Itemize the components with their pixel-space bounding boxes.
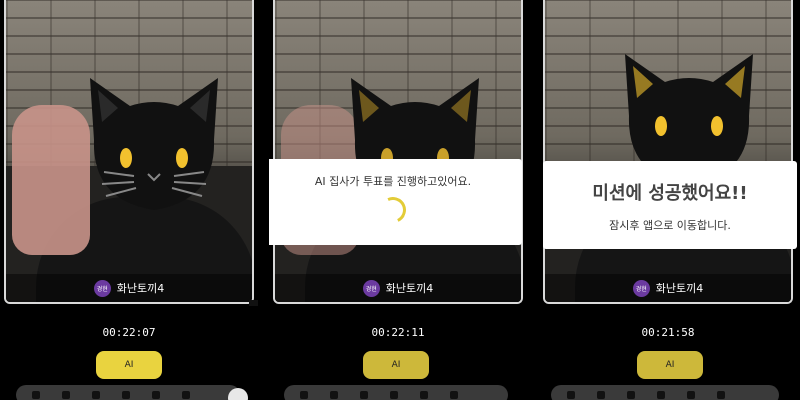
- participant-badge: 경현: [93, 279, 111, 297]
- toolbar-icon[interactable]: [657, 391, 665, 399]
- bottom-toolbar: [551, 385, 779, 400]
- toolbar-icon[interactable]: [122, 391, 130, 399]
- hand: [12, 105, 90, 255]
- ai-button[interactable]: AI: [637, 351, 703, 379]
- call-timer: 00:22:07: [102, 326, 156, 339]
- dialog-title: 미션에 성공했어요!!: [592, 183, 748, 204]
- toolbar-icon[interactable]: [300, 391, 308, 399]
- video-feed: 경현 화난토끼4: [543, 0, 793, 304]
- call-timer: 00:22:11: [371, 326, 425, 339]
- dialog-message: AI 집사가 투표를 진행하고있어요.: [314, 175, 472, 188]
- call-timer: 00:21:58: [641, 326, 695, 339]
- participant-name: 화난토끼4: [116, 282, 165, 295]
- success-dialog: 미션에 성공했어요!! 잠시후 앱으로 이동합니다.: [543, 161, 797, 249]
- toolbar-icon[interactable]: [687, 391, 695, 399]
- cat-mask-icon: [84, 70, 224, 215]
- video-feed: 경현 화난토끼4: [4, 0, 254, 304]
- toolbar-icon[interactable]: [92, 391, 100, 399]
- spinner-icon: [376, 193, 410, 227]
- ai-button[interactable]: AI: [363, 351, 429, 379]
- toolbar-icon[interactable]: [330, 391, 338, 399]
- toolbar-icon[interactable]: [390, 391, 398, 399]
- toolbar-icon[interactable]: [450, 391, 458, 399]
- call-screen-2: 경현 화난토끼4 AI 집사가 투표를 진행하고있어요. 00:22:11 AI: [269, 0, 527, 400]
- toolbar-icon[interactable]: [567, 391, 575, 399]
- bottom-toolbar: [16, 385, 240, 400]
- voting-dialog: AI 집사가 투표를 진행하고있어요.: [269, 159, 522, 245]
- toolbar-icon[interactable]: [32, 391, 40, 399]
- participant-badge: 경현: [362, 279, 380, 297]
- toolbar-icon[interactable]: [717, 391, 725, 399]
- floating-button[interactable]: [228, 388, 248, 400]
- participant-bar: 경현 화난토끼4: [275, 274, 521, 302]
- toolbar-icon[interactable]: [627, 391, 635, 399]
- toolbar-icon[interactable]: [182, 391, 190, 399]
- video-feed: 경현 화난토끼4: [273, 0, 523, 304]
- scroll-indicator: [249, 300, 258, 306]
- participant-badge: 경현: [632, 279, 650, 297]
- participant-bar: 경현 화난토끼4: [6, 274, 252, 302]
- toolbar-icon[interactable]: [597, 391, 605, 399]
- call-screen-1: 경현 화난토끼4 00:22:07 AI: [0, 0, 258, 400]
- toolbar-icon[interactable]: [420, 391, 428, 399]
- participant-name: 화난토끼4: [385, 282, 434, 295]
- bottom-toolbar: [284, 385, 508, 400]
- participant-name: 화난토끼4: [655, 282, 704, 295]
- ai-button[interactable]: AI: [96, 351, 162, 379]
- dialog-message: 잠시후 앱으로 이동합니다.: [609, 219, 731, 232]
- toolbar-icon[interactable]: [152, 391, 160, 399]
- participant-bar: 경현 화난토끼4: [545, 274, 791, 302]
- toolbar-icon[interactable]: [62, 391, 70, 399]
- call-screen-3: 경현 화난토끼4 미션에 성공했어요!! 잠시후 앱으로 이동합니다. 00:2…: [539, 0, 797, 400]
- toolbar-icon[interactable]: [360, 391, 368, 399]
